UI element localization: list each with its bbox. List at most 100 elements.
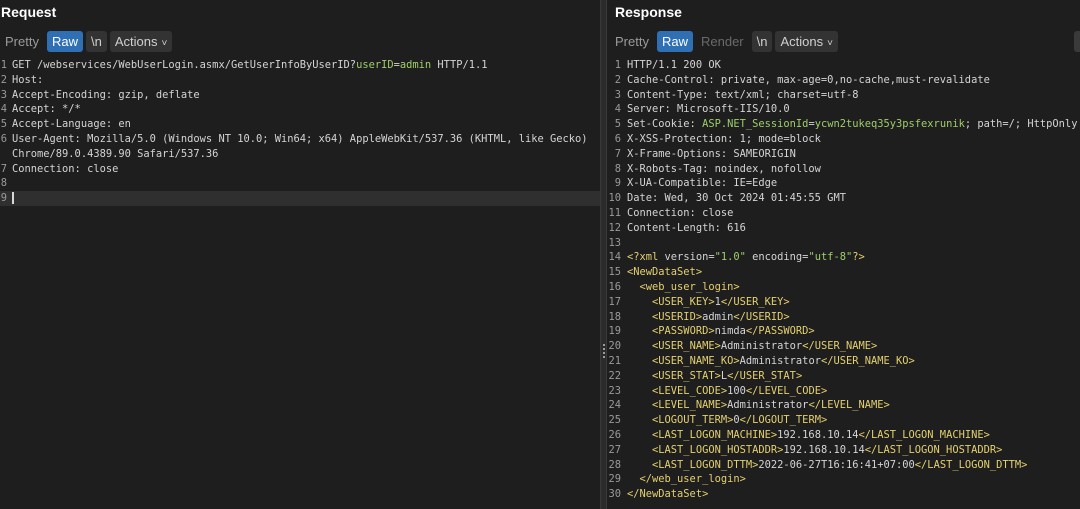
line-number: 15: [608, 266, 621, 279]
chevron-down-icon: ˅: [827, 38, 833, 49]
line-code: <LEVEL_CODE>100</LEVEL_CODE>: [627, 384, 827, 399]
request-raw-tab[interactable]: Raw: [46, 31, 83, 52]
code-token: "1.0": [714, 251, 746, 264]
line-number: 14: [608, 251, 621, 264]
code-line[interactable]: 3 Content-Type: text/xml; charset=utf-8: [607, 88, 1080, 103]
line-code: <USERID>admin</USERID>: [627, 310, 790, 325]
code-line[interactable]: 0Chrome/89.0.4389.90 Safari/537.36: [0, 147, 600, 162]
text-caret: [12, 192, 14, 205]
line-code: Set-Cookie: ASP.NET_SessionId=ycwn2tukeq…: [627, 117, 1077, 132]
code-line[interactable]: 1 GET /webservices/WebUserLogin.asmx/GetU…: [0, 58, 600, 73]
code-line[interactable]: 30 </NewDataSet>: [607, 487, 1080, 502]
code-line[interactable]: 21 <USER_NAME_KO>Administrator</USER_NAM…: [607, 354, 1080, 369]
code-line[interactable]: 8 X-Robots-Tag: noindex, nofollow: [607, 162, 1080, 177]
code-token: Administrator: [720, 340, 803, 353]
code-token: 192.168.10.14: [777, 428, 859, 441]
line-number: 13: [608, 236, 621, 249]
line-number: 18: [608, 310, 621, 323]
code-line[interactable]: 9 X-UA-Compatible: IE=Edge: [607, 176, 1080, 191]
code-token: 192.168.10.14: [783, 443, 865, 456]
request-pretty-tab[interactable]: Pretty: [0, 31, 44, 52]
line-number: 9: [0, 192, 7, 205]
code-line[interactable]: 11 Connection: close: [607, 206, 1080, 221]
line-code: <?xml version="1.0" encoding="utf-8"?>: [627, 250, 865, 265]
code-line[interactable]: 4 Server: Microsoft-IIS/10.0: [607, 102, 1080, 117]
line-code: <web_user_login>: [627, 280, 740, 295]
code-line[interactable]: 25 <LOGOUT_TERM>0</LOGOUT_TERM>: [607, 413, 1080, 428]
line-number: 21: [608, 354, 621, 367]
code-token: version=: [664, 251, 715, 264]
line-code: Accept-Encoding: gzip, deflate: [12, 88, 200, 103]
code-line[interactable]: 26 <LAST_LOGON_MACHINE>192.168.10.14</LA…: [607, 428, 1080, 443]
line-number: 7: [614, 147, 621, 160]
code-line[interactable]: 12 Content-Length: 616: [607, 221, 1080, 236]
inspector-toggle-button[interactable]: [1074, 31, 1080, 52]
response-actions-menu[interactable]: Actions ˅: [775, 31, 838, 52]
code-token: </USER_NAME>: [802, 340, 878, 353]
line-code: Accept: */*: [12, 102, 81, 117]
line-number: 2: [614, 73, 621, 86]
code-token: Accept-Language: en: [12, 118, 131, 131]
code-line[interactable]: 6 User-Agent: Mozilla/5.0 (Windows NT 10.…: [0, 132, 600, 147]
code-line[interactable]: 10 Date: Wed, 30 Oct 2024 01:45:55 GMT: [607, 191, 1080, 206]
code-line[interactable]: 16 <web_user_login>: [607, 280, 1080, 295]
code-token: </LEVEL_NAME>: [808, 399, 890, 412]
response-render-tab[interactable]: Render: [696, 31, 749, 52]
code-token: Connection: close: [12, 162, 119, 175]
code-line[interactable]: 28 <LAST_LOGON_DTTM>2022-06-27T16:16:41+…: [607, 458, 1080, 473]
line-code: <USER_NAME>Administrator</USER_NAME>: [627, 339, 877, 354]
code-token: Accept: */*: [12, 103, 81, 116]
code-line[interactable]: 19 <PASSWORD>nimda</PASSWORD>: [607, 324, 1080, 339]
response-title: Response: [615, 4, 682, 20]
code-line[interactable]: 7 Connection: close: [0, 162, 600, 177]
line-number: 2: [0, 73, 7, 86]
code-line[interactable]: 3 Accept-Encoding: gzip, deflate: [0, 88, 600, 103]
code-line[interactable]: 15 <NewDataSet>: [607, 265, 1080, 280]
line-code: Content-Length: 616: [627, 221, 746, 236]
line-number: 9: [614, 177, 621, 190]
code-line[interactable]: 4 Accept: */*: [0, 102, 600, 117]
line-code: [12, 191, 14, 206]
request-editor[interactable]: 1 GET /webservices/WebUserLogin.asmx/GetU…: [0, 58, 600, 509]
line-number: 30: [608, 488, 621, 501]
code-line[interactable]: 9: [0, 191, 600, 206]
code-line[interactable]: 5 Set-Cookie: ASP.NET_SessionId=ycwn2tuke…: [607, 117, 1080, 132]
response-raw-tab[interactable]: Raw: [656, 31, 693, 52]
code-line[interactable]: 20 <USER_NAME>Administrator</USER_NAME>: [607, 339, 1080, 354]
line-number: 1: [0, 59, 7, 71]
line-number: 6: [0, 132, 7, 145]
line-code: <LEVEL_NAME>Administrator</LEVEL_NAME>: [627, 398, 890, 413]
code-line[interactable]: 29 </web_user_login>: [607, 472, 1080, 487]
code-token: userID: [356, 59, 394, 71]
code-line[interactable]: 17 <USER_KEY>1</USER_KEY>: [607, 295, 1080, 310]
response-pretty-tab[interactable]: Pretty: [610, 31, 654, 52]
line-number: 16: [608, 280, 621, 293]
code-line[interactable]: 22 <USER_STAT>L</USER_STAT>: [607, 369, 1080, 384]
line-number: 22: [608, 369, 621, 382]
code-line[interactable]: 6 X-XSS-Protection: 1; mode=block: [607, 132, 1080, 147]
code-line[interactable]: 2 Host:: [0, 73, 600, 88]
code-line[interactable]: 24 <LEVEL_NAME>Administrator</LEVEL_NAME…: [607, 398, 1080, 413]
code-line[interactable]: 7 X-Frame-Options: SAMEORIGIN: [607, 147, 1080, 162]
code-line[interactable]: 13: [607, 236, 1080, 251]
code-line[interactable]: 18 <USERID>admin</USERID>: [607, 310, 1080, 325]
response-newline-toggle[interactable]: \n: [751, 31, 773, 52]
code-line[interactable]: 23 <LEVEL_CODE>100</LEVEL_CODE>: [607, 384, 1080, 399]
line-number: 7: [0, 162, 7, 175]
code-line[interactable]: 2 Cache-Control: private, max-age=0,no-ca…: [607, 73, 1080, 88]
code-line[interactable]: 27 <LAST_LOGON_HOSTADDR>192.168.10.14</L…: [607, 443, 1080, 458]
code-line[interactable]: 14 <?xml version="1.0" encoding="utf-8"?>: [607, 250, 1080, 265]
code-token: Connection: close: [627, 206, 734, 219]
response-editor[interactable]: 1 HTTP/1.1 200 OK 2 Cache-Control: private,…: [607, 58, 1080, 509]
code-line[interactable]: 8: [0, 176, 600, 191]
code-line[interactable]: 1 HTTP/1.1 200 OK: [607, 58, 1080, 73]
request-actions-menu[interactable]: Actions ˅: [109, 31, 173, 52]
pane-splitter[interactable]: [600, 0, 607, 509]
request-newline-toggle[interactable]: \n: [85, 31, 107, 52]
code-line[interactable]: 5 Accept-Language: en: [0, 117, 600, 132]
code-token: <PASSWORD>: [652, 325, 715, 338]
